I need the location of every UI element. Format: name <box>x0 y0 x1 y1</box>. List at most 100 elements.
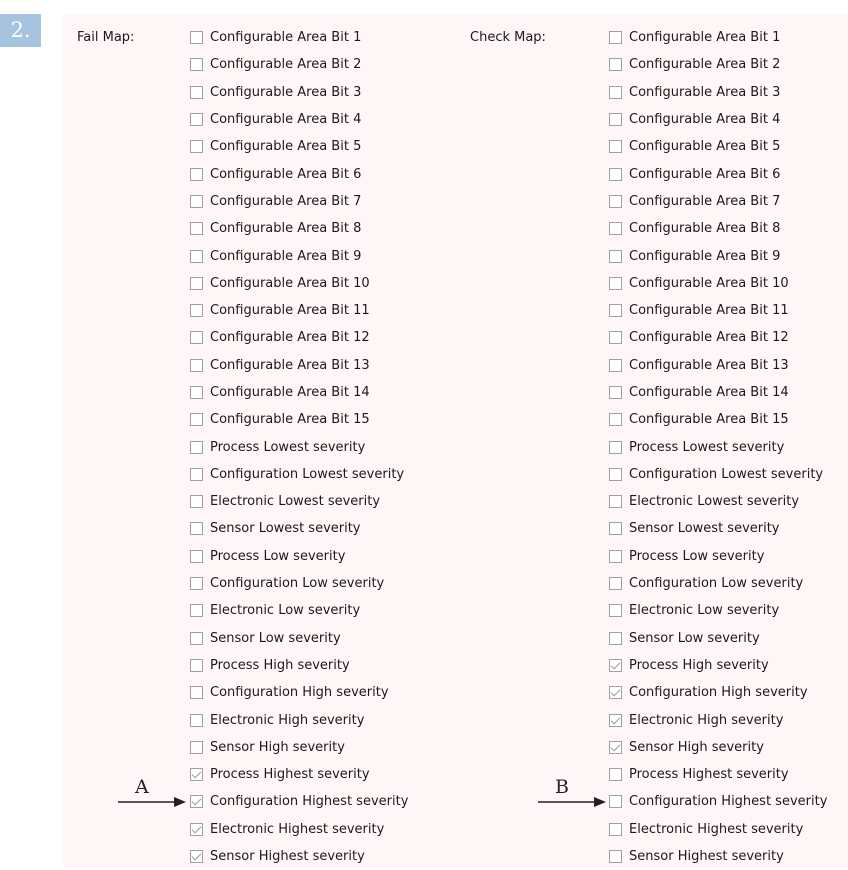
fail-map-row[interactable]: Configuration Lowest severity <box>190 461 408 488</box>
fail-map-checkbox[interactable] <box>190 386 203 399</box>
fail-map-checkbox[interactable] <box>190 194 203 208</box>
fail-map-checkbox[interactable] <box>190 467 203 481</box>
fail-map-checkbox[interactable] <box>190 822 203 836</box>
check-map-row[interactable]: Configurable Area Bit 12 <box>609 324 827 351</box>
check-map-row[interactable]: Sensor Lowest severity <box>609 515 827 542</box>
check-map-row[interactable]: Electronic Highest severity <box>609 816 827 843</box>
check-map-checkbox[interactable] <box>609 113 622 127</box>
check-map-row[interactable]: Configuration Lowest severity <box>609 461 827 488</box>
check-map-row[interactable]: Electronic High severity <box>609 706 827 733</box>
fail-map-checkbox[interactable] <box>190 31 203 45</box>
fail-map-checkbox[interactable] <box>190 413 203 427</box>
fail-map-row[interactable]: Configurable Area Bit 3 <box>190 79 408 106</box>
check-map-row[interactable]: Configurable Area Bit 8 <box>609 215 827 242</box>
check-map-checkbox[interactable] <box>609 713 622 727</box>
check-map-checkbox[interactable] <box>609 822 622 836</box>
check-map-checkbox[interactable] <box>609 467 622 481</box>
check-map-checkbox[interactable] <box>609 304 622 318</box>
fail-map-checkbox[interactable] <box>190 85 203 99</box>
fail-map-checkbox[interactable] <box>190 222 203 236</box>
check-map-checkbox[interactable] <box>609 31 622 45</box>
fail-map-checkbox[interactable] <box>190 768 203 782</box>
fail-map-checkbox[interactable] <box>190 549 203 563</box>
fail-map-checkbox[interactable] <box>190 276 203 290</box>
check-map-row[interactable]: Electronic Low severity <box>609 597 827 624</box>
check-map-row[interactable]: Configurable Area Bit 3 <box>609 79 827 106</box>
fail-map-checkbox[interactable] <box>190 577 203 591</box>
check-map-checkbox[interactable] <box>609 577 622 591</box>
fail-map-row[interactable]: Configuration Low severity <box>190 570 408 597</box>
fail-map-checkbox[interactable] <box>190 358 203 372</box>
fail-map-row[interactable]: Sensor Highest severity <box>190 843 408 870</box>
check-map-row[interactable]: Configuration Highest severity <box>609 788 827 815</box>
fail-map-checkbox[interactable] <box>190 440 203 454</box>
fail-map-row[interactable]: Configurable Area Bit 9 <box>190 242 408 269</box>
check-map-checkbox[interactable] <box>609 740 622 754</box>
fail-map-row[interactable]: Sensor Lowest severity <box>190 515 408 542</box>
check-map-row[interactable]: Configurable Area Bit 5 <box>609 133 827 160</box>
fail-map-checkbox[interactable] <box>190 522 203 536</box>
check-map-checkbox[interactable] <box>609 631 622 645</box>
check-map-checkbox[interactable] <box>609 850 622 864</box>
fail-map-row[interactable]: Process Lowest severity <box>190 433 408 460</box>
fail-map-checkbox[interactable] <box>190 740 203 754</box>
fail-map-row[interactable]: Sensor High severity <box>190 734 408 761</box>
check-map-row[interactable]: Configurable Area Bit 10 <box>609 270 827 297</box>
check-map-row[interactable]: Configurable Area Bit 14 <box>609 379 827 406</box>
check-map-checkbox[interactable] <box>609 604 622 618</box>
fail-map-checkbox[interactable] <box>190 658 203 672</box>
fail-map-row[interactable]: Configurable Area Bit 4 <box>190 106 408 133</box>
fail-map-row[interactable]: Configurable Area Bit 8 <box>190 215 408 242</box>
check-map-row[interactable]: Electronic Lowest severity <box>609 488 827 515</box>
check-map-row[interactable]: Sensor Low severity <box>609 625 827 652</box>
check-map-checkbox[interactable] <box>609 413 622 427</box>
check-map-checkbox[interactable] <box>609 194 622 208</box>
check-map-row[interactable]: Process Highest severity <box>609 761 827 788</box>
fail-map-row[interactable]: Configurable Area Bit 7 <box>190 188 408 215</box>
fail-map-checkbox[interactable] <box>190 58 203 72</box>
fail-map-checkbox[interactable] <box>190 304 203 318</box>
check-map-row[interactable]: Configuration Low severity <box>609 570 827 597</box>
check-map-checkbox[interactable] <box>609 549 622 563</box>
fail-map-row[interactable]: Configurable Area Bit 10 <box>190 270 408 297</box>
fail-map-row[interactable]: Configurable Area Bit 5 <box>190 133 408 160</box>
check-map-row[interactable]: Configurable Area Bit 1 <box>609 24 827 51</box>
fail-map-row[interactable]: Configurable Area Bit 13 <box>190 352 408 379</box>
fail-map-row[interactable]: Configurable Area Bit 2 <box>190 51 408 78</box>
check-map-checkbox[interactable] <box>609 140 622 154</box>
fail-map-row[interactable]: Configurable Area Bit 6 <box>190 160 408 187</box>
check-map-checkbox[interactable] <box>609 658 622 672</box>
fail-map-row[interactable]: Electronic Lowest severity <box>190 488 408 515</box>
fail-map-row[interactable]: Electronic Low severity <box>190 597 408 624</box>
fail-map-row[interactable]: Process Highest severity <box>190 761 408 788</box>
fail-map-checkbox[interactable] <box>190 713 203 727</box>
check-map-checkbox[interactable] <box>609 358 622 372</box>
fail-map-checkbox[interactable] <box>190 686 203 700</box>
check-map-checkbox[interactable] <box>609 386 622 399</box>
fail-map-checkbox[interactable] <box>190 850 203 864</box>
check-map-row[interactable]: Configurable Area Bit 6 <box>609 160 827 187</box>
check-map-checkbox[interactable] <box>609 58 622 72</box>
fail-map-row[interactable]: Configuration High severity <box>190 679 408 706</box>
fail-map-row[interactable]: Process High severity <box>190 652 408 679</box>
check-map-checkbox[interactable] <box>609 522 622 536</box>
check-map-row[interactable]: Process Lowest severity <box>609 433 827 460</box>
fail-map-checkbox[interactable] <box>190 331 203 345</box>
fail-map-checkbox[interactable] <box>190 795 203 809</box>
fail-map-row[interactable]: Sensor Low severity <box>190 625 408 652</box>
check-map-checkbox[interactable] <box>609 331 622 345</box>
check-map-row[interactable]: Configuration High severity <box>609 679 827 706</box>
fail-map-checkbox[interactable] <box>190 140 203 154</box>
fail-map-row[interactable]: Configurable Area Bit 12 <box>190 324 408 351</box>
fail-map-checkbox[interactable] <box>190 167 203 181</box>
check-map-checkbox[interactable] <box>609 85 622 99</box>
fail-map-row[interactable]: Configurable Area Bit 15 <box>190 406 408 433</box>
check-map-row[interactable]: Sensor Highest severity <box>609 843 827 870</box>
fail-map-row[interactable]: Process Low severity <box>190 543 408 570</box>
check-map-row[interactable]: Configurable Area Bit 15 <box>609 406 827 433</box>
check-map-row[interactable]: Configurable Area Bit 7 <box>609 188 827 215</box>
check-map-checkbox[interactable] <box>609 686 622 700</box>
check-map-row[interactable]: Configurable Area Bit 9 <box>609 242 827 269</box>
check-map-checkbox[interactable] <box>609 276 622 290</box>
check-map-row[interactable]: Sensor High severity <box>609 734 827 761</box>
